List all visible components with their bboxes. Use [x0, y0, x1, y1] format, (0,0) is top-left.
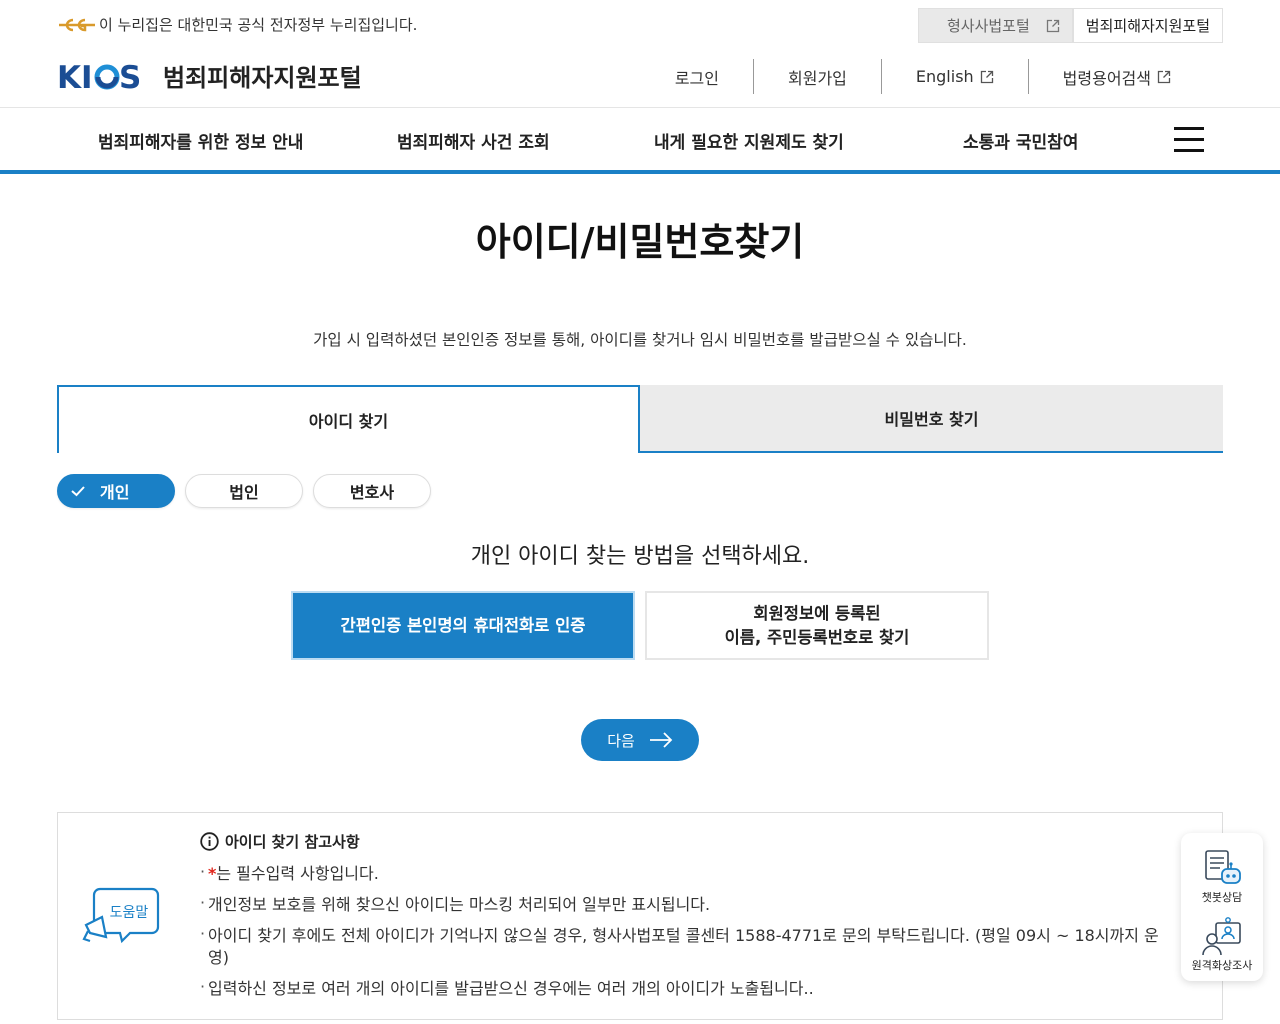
method-phone-auth-label: 간편인증 본인명의 휴대전화로 인증: [340, 615, 586, 635]
gov-notice-text: 이 누리집은 대한민국 공식 전자정부 누리집입니다.: [99, 16, 418, 34]
arrow-right-icon: [649, 732, 673, 748]
method-phone-auth-button[interactable]: 간편인증 본인명의 휴대전화로 인증: [291, 591, 635, 660]
tab-find-password[interactable]: 비밀번호 찾기: [640, 385, 1223, 453]
video-investigation-label: 원격화상조사: [1191, 959, 1253, 972]
svg-text:KI: KI: [57, 60, 93, 93]
site-header: KI S 범죄피해자지원포털 로그인 회원가입 English 법령용어검색: [0, 50, 1280, 108]
member-type-label: 개인: [100, 483, 130, 502]
member-type-label: 법인: [229, 483, 259, 502]
find-tabs: 아이디 찾기 비밀번호 찾기: [57, 385, 1223, 453]
help-title: 아이디 찾기 참고사항: [200, 831, 360, 852]
svg-text:도움말: 도움말: [110, 905, 149, 921]
member-type-individual[interactable]: 개인: [57, 474, 175, 508]
site-logo[interactable]: KI S 범죄피해자지원포털: [57, 58, 362, 93]
legal-term-label: 법령용어검색: [1062, 68, 1151, 88]
portal-tab-label: 범죄피해자지원포털: [1085, 17, 1210, 35]
help-item-masking: 개인정보 보호를 위해 찾으신 아이디는 마스킹 처리되어 일부만 표시됩니다.: [200, 892, 1160, 916]
signup-link[interactable]: 회원가입: [753, 59, 881, 94]
info-icon: [200, 832, 219, 851]
help-box: 도움말 아이디 찾기 참고사항 *는 필수입력 사항입니다. 개인정보 보호를 …: [57, 812, 1223, 1020]
gnb-item-info[interactable]: 범죄피해자를 위한 정보 안내: [98, 128, 303, 153]
portal-tab-kics[interactable]: 형사사법포털: [917, 8, 1073, 43]
member-type-chips: 개인 법인 변호사: [57, 474, 431, 508]
page-title: 아이디/비밀번호찾기: [475, 220, 805, 264]
util-menu: 로그인 회원가입 English 법령용어검색: [641, 59, 1205, 94]
global-nav: 범죄피해자를 위한 정보 안내 범죄피해자 사건 조회 내게 필요한 지원제도 …: [0, 108, 1280, 174]
next-label: 다음: [607, 731, 635, 750]
method-member-info-label: 회원정보에 등록된 이름, 주민등록번호로 찾기: [725, 602, 910, 650]
kics-logo-icon: KI S: [57, 60, 141, 93]
hamburger-menu-icon[interactable]: [1174, 127, 1204, 153]
external-link-icon: [1046, 19, 1059, 32]
external-link-icon: [1157, 70, 1171, 83]
svg-text:S: S: [119, 60, 141, 93]
portal-tab-victim[interactable]: 범죄피해자지원포털: [1072, 8, 1223, 43]
help-megaphone-icon: 도움말: [82, 887, 160, 944]
help-item-required: *는 필수입력 사항입니다.: [200, 861, 1160, 885]
gov-emblem-icon: [59, 18, 95, 31]
gnb-item-support-finder[interactable]: 내게 필요한 지원제도 찾기: [654, 128, 844, 153]
next-button[interactable]: 다음: [581, 719, 699, 761]
chatbot-icon: [1205, 850, 1241, 884]
page-description: 가입 시 입력하셨던 본인인증 정보를 통해, 아이디를 찾거나 임시 비밀번호…: [313, 331, 967, 349]
chatbot-button[interactable]: 챗봇상담: [1181, 849, 1263, 905]
method-member-info-line2: 이름, 주민등록번호로 찾기: [724, 627, 910, 647]
portal-tab-label: 형사사법포털: [946, 17, 1030, 35]
gnb-item-participation[interactable]: 소통과 국민참여: [963, 128, 1078, 153]
tab-find-id[interactable]: 아이디 찾기: [57, 385, 640, 453]
method-member-info-line1: 회원정보에 등록된: [753, 603, 881, 623]
video-investigation-button[interactable]: 원격화상조사: [1181, 917, 1263, 973]
floating-quick-menu: 챗봇상담 원격화상조사: [1181, 833, 1263, 981]
help-title-text: 아이디 찾기 참고사항: [225, 833, 360, 851]
member-type-label: 변호사: [349, 483, 395, 502]
external-link-icon: [980, 70, 993, 83]
gov-notice: 이 누리집은 대한민국 공식 전자정부 누리집입니다.: [57, 14, 417, 35]
english-label: English: [915, 67, 974, 86]
help-item-multiple-ids: 입력하신 정보로 여러 개의 아이디를 발급받으신 경우에는 여러 개의 아이디…: [200, 976, 1160, 1000]
site-name: 범죄피해자지원포털: [163, 64, 362, 92]
gov-bar: 이 누리집은 대한민국 공식 전자정부 누리집입니다. 형사사법포털 범죄피해자…: [0, 0, 1280, 50]
check-icon: [71, 486, 85, 497]
legal-term-search-link[interactable]: 법령용어검색: [1027, 59, 1205, 94]
method-member-info-button[interactable]: 회원정보에 등록된 이름, 주민등록번호로 찾기: [645, 591, 989, 660]
english-link[interactable]: English: [880, 59, 1028, 94]
member-type-lawyer[interactable]: 변호사: [313, 474, 431, 508]
login-link[interactable]: 로그인: [641, 59, 753, 94]
video-call-icon: [1202, 917, 1241, 956]
help-list: *는 필수입력 사항입니다. 개인정보 보호를 위해 찾으신 아이디는 마스킹 …: [200, 861, 1160, 1009]
chatbot-label: 챗봇상담: [1201, 891, 1243, 904]
gnb-item-case-lookup[interactable]: 범죄피해자 사건 조회: [397, 128, 550, 153]
login-label: 로그인: [674, 68, 719, 88]
signup-label: 회원가입: [788, 68, 847, 88]
help-item-callcenter: 아이디 찾기 후에도 전체 아이디가 기억나지 않으실 경우, 형사사법포털 콜…: [200, 923, 1160, 969]
method-title: 개인 아이디 찾는 방법을 선택하세요.: [470, 544, 810, 569]
help-item-text: 는 필수입력 사항입니다.: [216, 864, 379, 883]
portal-tabs: 형사사법포털 범죄피해자지원포털: [917, 8, 1223, 43]
member-type-corporation[interactable]: 법인: [185, 474, 303, 508]
